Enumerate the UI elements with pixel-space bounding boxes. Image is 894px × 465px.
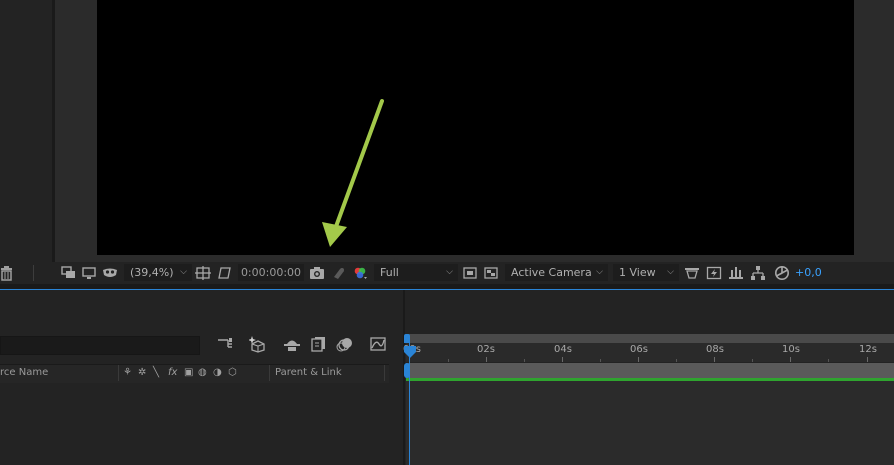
draft-3d-toggle-icon[interactable]	[249, 335, 267, 353]
toggle-transparency-icon[interactable]	[483, 265, 499, 281]
fast-previews-icon[interactable]	[706, 265, 722, 281]
ruler-label: 10s	[782, 344, 800, 355]
quality-switch-icon: ╲	[153, 367, 160, 378]
collapse-switch-icon: ✲	[138, 367, 147, 378]
layer-duration-bar[interactable]	[406, 363, 894, 378]
adjustment-layer-switch-icon: ◑	[213, 367, 222, 378]
shy-switch-icon: ⚘	[123, 367, 132, 378]
ruler-tick	[790, 357, 791, 362]
current-time-field[interactable]: 0:00:00:00	[238, 264, 304, 281]
graph-editor-icon[interactable]	[369, 335, 387, 353]
draft-3d-icon[interactable]	[684, 265, 700, 281]
column-separator	[118, 365, 119, 381]
ruler-minor-tick	[676, 359, 677, 362]
ruler-tick	[867, 357, 868, 362]
flowchart-icon[interactable]	[750, 265, 766, 281]
ruler-label: 12s	[859, 344, 877, 355]
ruler-tick	[714, 357, 715, 362]
playhead-handle-icon[interactable]	[403, 345, 417, 359]
always-preview-icon[interactable]	[61, 265, 77, 281]
trash-icon[interactable]	[0, 265, 13, 281]
work-area-start-handle[interactable]	[404, 334, 410, 343]
show-snapshot-icon[interactable]	[331, 265, 347, 281]
ruler-minor-tick	[600, 359, 601, 362]
timeline-icon[interactable]	[728, 265, 744, 281]
layer-search-input[interactable]	[0, 336, 200, 355]
ruler-tick	[562, 357, 563, 362]
view-layout-dropdown[interactable]: 1 View ⌵	[613, 264, 679, 281]
current-time-indicator[interactable]	[409, 343, 410, 465]
3d-layer-switch-icon: ⬡	[228, 367, 237, 378]
chevron-down-icon: ⌵	[446, 267, 453, 277]
motion-blur-switch-icon: ◍	[198, 367, 207, 378]
motion-blur-icon[interactable]	[336, 335, 354, 353]
reset-exposure-icon[interactable]	[774, 265, 790, 281]
monitor-icon[interactable]	[81, 265, 97, 281]
project-panel	[0, 0, 52, 262]
snapshot-icon[interactable]	[309, 265, 325, 281]
resolution-value: Full	[380, 266, 399, 279]
ruler-minor-tick	[448, 359, 449, 362]
timeline-track-area[interactable]	[406, 381, 894, 465]
ruler-label: 08s	[706, 344, 724, 355]
region-of-interest-icon[interactable]	[462, 265, 478, 281]
channel-icon[interactable]	[352, 265, 368, 281]
column-separator	[384, 365, 385, 381]
ruler-tick	[638, 357, 639, 362]
footer-separator	[33, 265, 34, 281]
chevron-down-icon: ⌵	[667, 267, 674, 277]
ruler-minor-tick	[752, 359, 753, 362]
chevron-down-icon: ⌵	[596, 267, 603, 277]
ruler-label: 02s	[477, 344, 495, 355]
parent-link-column-label[interactable]: Parent & Link	[275, 366, 342, 380]
column-separator	[269, 365, 270, 381]
exposure-value[interactable]: +0,0	[795, 265, 822, 280]
composition-canvas[interactable]	[97, 0, 854, 255]
work-area-bar[interactable]	[406, 334, 894, 343]
comp-flowchart-icon[interactable]	[216, 335, 234, 353]
frame-blending-icon[interactable]	[309, 335, 327, 353]
camera-view-dropdown[interactable]: Active Camera ⌵	[505, 264, 608, 281]
grid-guides-icon[interactable]	[195, 265, 211, 281]
shy-layers-icon[interactable]	[283, 335, 301, 353]
source-name-column-label[interactable]: rce Name	[0, 366, 48, 380]
ruler-minor-tick	[524, 359, 525, 362]
ruler-minor-tick	[828, 359, 829, 362]
magnification-value: (39,4%)	[130, 266, 174, 279]
magnification-dropdown[interactable]: (39,4%) ⌵	[124, 264, 192, 281]
frame-blend-switch-icon: ▣	[184, 367, 194, 378]
ruler-label: 04s	[554, 344, 572, 355]
chevron-down-icon: ⌵	[180, 267, 187, 277]
camera-view-value: Active Camera	[511, 266, 592, 279]
ruler-label: 06s	[630, 344, 648, 355]
resolution-dropdown[interactable]: Full ⌵	[374, 264, 458, 281]
mask-visibility-icon[interactable]	[102, 265, 118, 281]
layer-list[interactable]	[0, 383, 403, 465]
mask-toggle-icon[interactable]	[216, 265, 232, 281]
ruler-tick	[486, 357, 487, 362]
effects-switch-icon: fx	[168, 367, 178, 378]
view-layout-value: 1 View	[619, 266, 656, 279]
